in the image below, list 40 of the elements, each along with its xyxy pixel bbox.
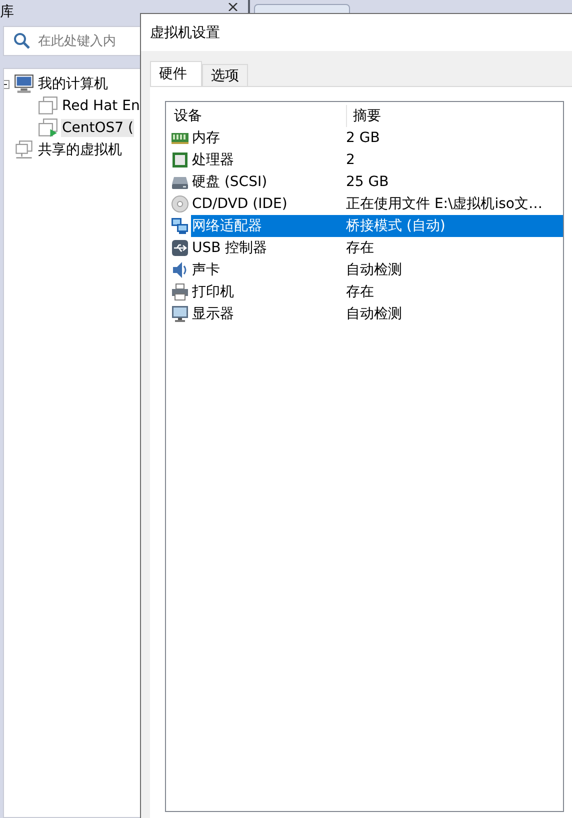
- panel-title: 库: [0, 3, 14, 21]
- device-name[interactable]: 网络适配器: [191, 215, 341, 237]
- search-icon: [13, 32, 31, 50]
- network-windows-icon: [14, 140, 34, 160]
- device-name[interactable]: 内存: [191, 127, 341, 149]
- network-computers-icon: [171, 217, 189, 235]
- tree-item[interactable]: CentOS7 (: [61, 119, 134, 137]
- device-name[interactable]: 声卡: [191, 259, 341, 281]
- device-summary: 存在: [345, 283, 375, 302]
- printer-icon: [171, 283, 189, 301]
- search-field[interactable]: 在此处键入内: [3, 26, 140, 56]
- column-header[interactable]: 摘要: [347, 105, 387, 127]
- dialog-title: 虚拟机设置: [150, 24, 220, 42]
- device-summary: 2 GB: [345, 129, 381, 148]
- device-name[interactable]: 显示器: [191, 303, 341, 325]
- speaker-icon: [171, 261, 189, 279]
- usb-icon: [171, 239, 189, 257]
- disc-icon: [171, 195, 189, 213]
- device-name[interactable]: 硬盘 (SCSI): [191, 171, 341, 193]
- device-summary: 桥接模式 (自动): [341, 215, 563, 237]
- tab[interactable]: 选项: [202, 64, 248, 86]
- device-summary: 自动检测: [345, 305, 403, 324]
- device-name[interactable]: 处理器: [191, 149, 341, 171]
- column-header[interactable]: 设备: [168, 105, 347, 127]
- tree-item[interactable]: 共享的虚拟机: [37, 140, 123, 160]
- device-name[interactable]: CD/DVD (IDE): [191, 193, 341, 215]
- device-summary: 25 GB: [345, 173, 390, 192]
- device-summary: 存在: [345, 239, 375, 258]
- device-summary: 自动检测: [345, 261, 403, 280]
- device-summary: 2: [345, 151, 356, 170]
- tree-item[interactable]: 我的计算机: [37, 74, 109, 94]
- chip-icon: [171, 151, 189, 169]
- device-name[interactable]: USB 控制器: [191, 237, 341, 259]
- device-summary: 正在使用文件 E:\虚拟机iso文…: [345, 195, 544, 214]
- tab[interactable]: 硬件: [150, 61, 202, 86]
- monitor-icon: [14, 74, 34, 94]
- monitor-icon: [171, 305, 189, 323]
- device-name[interactable]: 打印机: [191, 281, 341, 303]
- close-icon[interactable]: [228, 0, 238, 11]
- tree-item[interactable]: Red Hat En: [61, 97, 141, 115]
